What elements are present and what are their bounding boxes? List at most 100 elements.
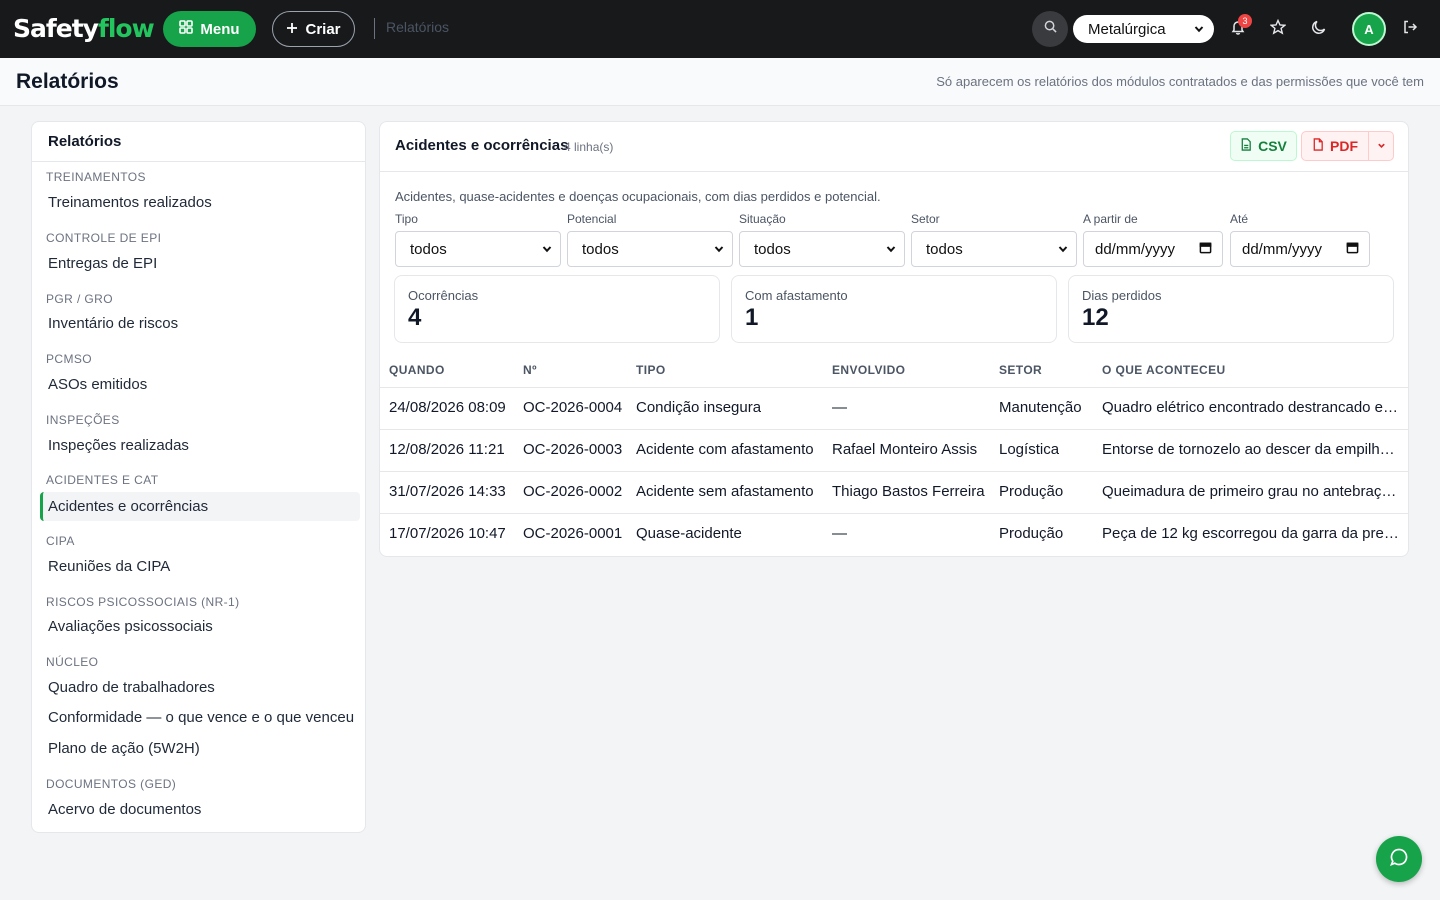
criar-label: Criar [305,20,341,38]
cell-numero: OC-2026-0003 [523,441,623,458]
sidebar-item-avaliacoes-psicossociais[interactable]: Avaliações psicossociais [40,612,360,641]
sidebar-item-inventario-riscos[interactable]: Inventário de riscos [40,309,360,338]
company-select[interactable]: Metalúrgica [1073,15,1214,43]
cell-numero: OC-2026-0004 [523,399,623,416]
cell-quando: 12/08/2026 11:21 [389,441,505,458]
sidebar-item-acervo-documentos[interactable]: Acervo de documentos [40,795,360,824]
safetyflow-logo[interactable]: Safetyflow [13,12,155,44]
column-header-quando[interactable]: QUANDO [389,363,445,377]
filter-value: todos [410,240,447,258]
filter-select-situacao[interactable]: todos [739,231,905,267]
date-placeholder: dd/mm/yyyy [1095,240,1176,258]
sidebar-group-pgr-gro: PGR / GRO [46,292,113,306]
filter-select-tipo[interactable]: todos [395,231,561,267]
table-row[interactable]: 31/07/2026 14:33 OC-2026-0002 Acidente s… [380,472,1408,514]
cell-setor: Produção [999,525,1064,542]
logout-icon [1402,19,1418,40]
menu-button[interactable]: Menu [163,11,256,47]
company-value: Metalúrgica [1088,20,1166,38]
cell-tipo: Acidente sem afastamento [636,483,814,500]
moon-icon [1311,19,1327,40]
filter-label-potencial: Potencial [567,212,617,226]
chat-button[interactable] [1376,836,1422,882]
row-count: 4 linha(s) [564,140,614,154]
column-header-numero[interactable]: Nº [523,363,537,377]
column-header-envolvido[interactable]: ENVOLVIDO [832,363,905,377]
date-placeholder: dd/mm/yyyy [1242,240,1323,258]
chevron-down-icon [886,241,896,258]
chevron-down-icon [714,241,724,258]
stat-label: Com afastamento [745,288,848,303]
stat-card-ocorrencias: Ocorrências 4 [394,275,720,343]
cell-setor: Manutenção [999,399,1082,416]
sidebar-group-controle-epi: CONTROLE DE EPI [46,231,162,245]
column-header-o-que-aconteceu[interactable]: O QUE ACONTECEU [1102,363,1226,377]
logout-button[interactable] [1396,15,1424,43]
filter-date-fim[interactable]: dd/mm/yyyy [1230,231,1370,267]
cell-envolvido: Thiago Bastos Ferreira [832,483,985,500]
chevron-down-icon [1377,137,1386,155]
cell-tipo: Condição insegura [636,399,762,416]
chevron-down-icon [1058,241,1068,258]
sidebar-item-reunioes-cipa[interactable]: Reuniões da CIPA [40,552,360,581]
calendar-icon[interactable] [1346,241,1359,258]
export-csv-button[interactable]: CSV [1230,131,1297,161]
sidebar-item-acidentes-ocorrencias[interactable]: Acidentes e ocorrências [40,492,360,521]
cell-o-que-aconteceu: Queimadura de primeiro grau no antebraço… [1102,483,1402,500]
sidebar-item-treinamentos-realizados[interactable]: Treinamentos realizados [40,188,360,217]
report-panel: Acidentes e ocorrências 4 linha(s) CSV P… [379,121,1409,557]
filter-label-setor: Setor [911,212,940,226]
stat-value: 4 [408,304,422,331]
cell-quando: 17/07/2026 10:47 [389,525,506,542]
column-header-setor[interactable]: SETOR [999,363,1042,377]
cell-o-que-aconteceu: Entorse de tornozelo ao descer da empilh… [1102,441,1402,458]
pdf-options-button[interactable] [1368,131,1394,161]
sidebar-item-entregas-epi[interactable]: Entregas de EPI [40,249,360,278]
filter-label-data-fim: Até [1230,212,1249,226]
filter-value: todos [754,240,791,258]
sidebar-group-documentos-ged: DOCUMENTOS (GED) [46,777,177,791]
cell-numero: OC-2026-0001 [523,525,623,542]
permissions-note: Só aparecem os relatórios dos módulos co… [936,74,1424,89]
file-icon [1312,138,1324,154]
export-pdf-button[interactable]: PDF [1301,131,1369,161]
filter-date-inicio[interactable]: dd/mm/yyyy [1083,231,1223,267]
theme-toggle-button[interactable] [1305,15,1333,43]
stat-card-com-afastamento: Com afastamento 1 [731,275,1057,343]
report-description: Acidentes, quase-acidentes e doenças ocu… [395,189,881,204]
sidebar-item-conformidade[interactable]: Conformidade — o que vence e o que vence… [40,703,360,732]
top-bar: Safetyflow Menu Criar Relatórios Metalúr… [0,0,1440,58]
divider [374,18,375,39]
table-row[interactable]: 24/08/2026 08:09 OC-2026-0004 Condição i… [380,388,1408,430]
criar-button[interactable]: Criar [272,11,355,47]
stat-label: Ocorrências [408,288,479,303]
grid-icon [179,20,194,38]
favorites-button[interactable] [1264,15,1292,43]
reports-sidebar: Relatórios TREINAMENTOS Treinamentos rea… [31,121,366,833]
sidebar-item-asos-emitidos[interactable]: ASOs emitidos [40,370,360,399]
column-header-tipo[interactable]: TIPO [636,363,666,377]
sidebar-item-inspecoes-realizadas[interactable]: Inspeções realizadas [40,431,360,460]
cell-envolvido: — [832,525,847,542]
cell-envolvido: — [832,399,847,416]
filter-select-setor[interactable]: todos [911,231,1077,267]
cell-numero: OC-2026-0002 [523,483,623,500]
cell-setor: Logística [999,441,1060,458]
sidebar-item-plano-acao[interactable]: Plano de ação (5W2H) [40,734,360,763]
table-row[interactable]: 12/08/2026 11:21 OC-2026-0003 Acidente c… [380,430,1408,472]
report-header: Acidentes e ocorrências 4 linha(s) CSV P… [380,122,1408,172]
notifications-button[interactable]: 3 [1224,14,1252,43]
chat-bubble-icon [1389,847,1409,872]
filter-value: todos [926,240,963,258]
filter-label-situacao: Situação [739,212,786,226]
csv-label: CSV [1258,138,1287,154]
calendar-icon[interactable] [1199,241,1212,258]
filter-label-tipo: Tipo [395,212,418,226]
search-button[interactable] [1032,11,1068,47]
sidebar-item-quadro-trabalhadores[interactable]: Quadro de trabalhadores [40,673,360,702]
stat-label: Dias perdidos [1082,288,1162,303]
filter-select-potencial[interactable]: todos [567,231,733,267]
stat-value: 1 [745,304,759,331]
table-row[interactable]: 17/07/2026 10:47 OC-2026-0001 Quase-acid… [380,514,1408,556]
avatar[interactable]: A [1352,12,1386,46]
